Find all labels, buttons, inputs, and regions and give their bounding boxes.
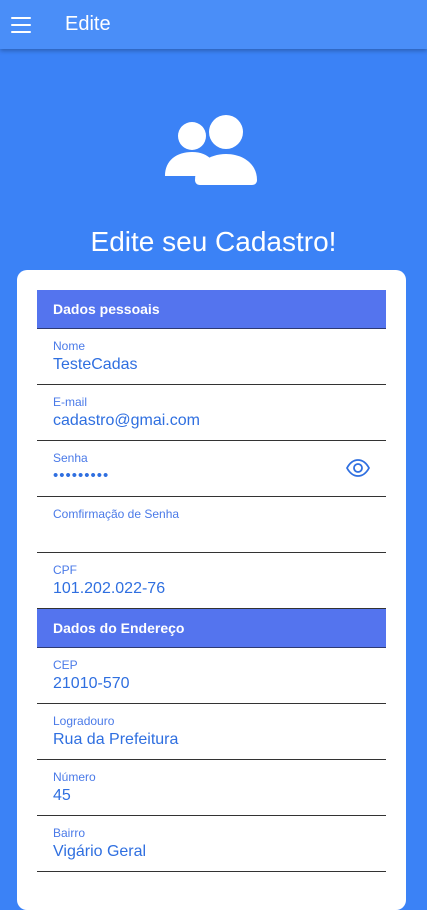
cep-field[interactable]: CEP 21010-570 — [37, 648, 386, 704]
street-label: Logradouro — [53, 714, 115, 728]
name-field[interactable]: Nome TesteCadas — [37, 329, 386, 385]
password-confirm-field[interactable]: Comfirmação de Senha — [37, 497, 386, 553]
name-input[interactable]: TesteCadas — [53, 356, 138, 374]
form-card: Dados pessoais Nome TesteCadas E-mail ca… — [17, 270, 406, 910]
name-label: Nome — [53, 339, 86, 353]
menu-icon[interactable] — [11, 16, 31, 33]
neighborhood-input[interactable]: Vigário Geral — [53, 843, 146, 861]
number-field[interactable]: Número 45 — [37, 760, 386, 816]
password-label: Senha — [53, 451, 88, 465]
email-label: E-mail — [53, 395, 88, 409]
email-field[interactable]: E-mail cadastro@gmai.com — [37, 385, 386, 441]
cep-label: CEP — [53, 658, 78, 672]
section-header-personal: Dados pessoais — [37, 290, 386, 329]
number-label: Número — [53, 770, 96, 784]
street-input[interactable]: Rua da Prefeitura — [53, 731, 178, 749]
neighborhood-field[interactable]: Bairro Vigário Geral — [37, 816, 386, 872]
cep-input[interactable]: 21010-570 — [53, 675, 130, 693]
street-field[interactable]: Logradouro Rua da Prefeitura — [37, 704, 386, 760]
app-bar: Edite — [0, 0, 427, 49]
cpf-input[interactable]: 101.202.022-76 — [53, 580, 165, 598]
cpf-label: CPF — [53, 563, 77, 577]
email-input[interactable]: cadastro@gmai.com — [53, 412, 200, 430]
neighborhood-label: Bairro — [53, 826, 86, 840]
section-header-address: Dados do Endereço — [37, 609, 386, 648]
eye-icon[interactable] — [346, 459, 370, 477]
users-icon — [165, 115, 257, 185]
password-field[interactable]: Senha ••••••••• — [37, 441, 386, 497]
password-input[interactable]: ••••••••• — [53, 467, 109, 484]
cpf-field[interactable]: CPF 101.202.022-76 — [37, 553, 386, 609]
edit-form: Dados pessoais Nome TesteCadas E-mail ca… — [37, 290, 386, 872]
password-confirm-label: Comfirmação de Senha — [53, 507, 180, 521]
number-input[interactable]: 45 — [53, 787, 71, 805]
app-bar-title: Edite — [65, 13, 111, 35]
page-title: Edite seu Cadastro! — [90, 226, 337, 257]
